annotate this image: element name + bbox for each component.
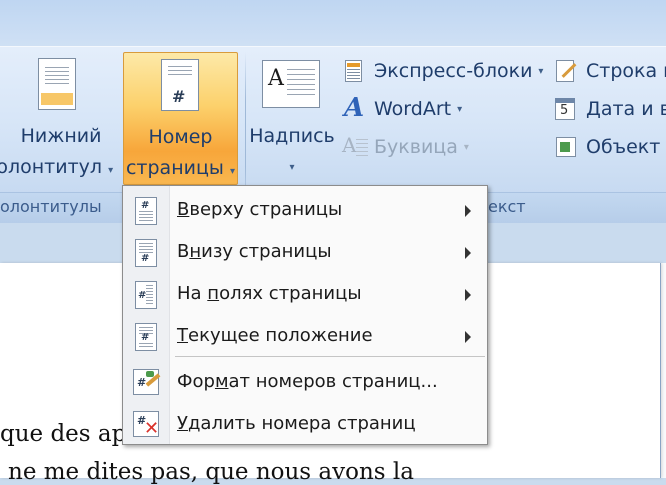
page-bottom-icon: # (135, 239, 157, 267)
textbox-icon: A (262, 60, 320, 108)
signature-line-label: Строка п (586, 60, 666, 82)
menu-item-bottom-of-page[interactable]: # Внизу страницы (123, 233, 487, 273)
menu-item-remove-accesskey: У (177, 413, 188, 434)
menu-item-remove-page-numbers[interactable]: # ✕ Удалить номера страниц (123, 405, 487, 445)
page-number-label-2: страницы (125, 157, 224, 179)
page-top-icon: # (135, 197, 157, 225)
menu-item-top-of-page-accesskey: В (177, 199, 190, 220)
submenu-arrow-icon (465, 205, 471, 217)
current-position-icon: # (135, 323, 157, 351)
group-label-text: екст (488, 197, 526, 216)
page-number-button[interactable]: # Номер страницы ▾ (123, 52, 238, 185)
page-number-menu: # Вверху страницы # Внизу страницы # На … (122, 185, 488, 445)
dropcap-arrow-icon: ▾ (463, 141, 469, 153)
datetime-button[interactable]: 5 Дата и в (554, 94, 666, 124)
menu-item-top-of-page[interactable]: # Вверху страницы (123, 191, 487, 231)
dropcap-label: Буквица (374, 136, 458, 158)
object-icon (554, 135, 578, 159)
title-bar-strip (0, 0, 666, 46)
wordart-icon: A (344, 93, 365, 123)
textbox-label: Надпись (249, 125, 335, 147)
footer-label-1: Нижний (20, 125, 102, 147)
menu-separator (175, 356, 485, 357)
footer-dropdown-arrow-icon: ▾ (108, 165, 114, 176)
express-blocks-button[interactable]: Экспресс-блоки ▾ (342, 56, 543, 86)
remove-page-numbers-icon: # ✕ (133, 411, 159, 438)
footer-button[interactable]: Нижний колонтитул ▾ (0, 52, 122, 185)
menu-item-format-page-numbers[interactable]: # Формат номеров страниц... (123, 363, 487, 403)
express-blocks-icon (342, 59, 366, 83)
menu-item-format-accesskey: м (214, 371, 229, 392)
dropcap-button[interactable]: A Буквица ▾ (342, 132, 469, 162)
wordart-label: WordArt (374, 98, 452, 120)
calendar-icon: 5 (554, 97, 578, 121)
textbox-button[interactable]: A Надпись ▾ (248, 52, 336, 185)
express-blocks-arrow-icon: ▾ (538, 65, 544, 77)
menu-item-page-margins[interactable]: # На полях страницы (123, 275, 487, 315)
submenu-arrow-icon (465, 331, 471, 343)
page-number-label-1: Номер (148, 126, 213, 148)
object-button[interactable]: Объект ▾ (554, 132, 666, 162)
menu-item-current-position[interactable]: # Текущее положение (123, 317, 487, 357)
page-margins-icon: # (135, 281, 157, 309)
footer-icon (38, 58, 76, 110)
page-number-dropdown-arrow-icon: ▾ (229, 166, 235, 177)
wordart-button[interactable]: A WordArt ▾ (342, 93, 463, 124)
signature-line-button[interactable]: Строка п (554, 56, 666, 86)
page-number-icon: # (161, 59, 199, 111)
submenu-arrow-icon (465, 289, 471, 301)
signature-line-icon (554, 59, 578, 83)
textbox-dropdown-arrow-icon: ▾ (289, 162, 295, 173)
menu-item-page-margins-accesskey: п (207, 283, 220, 304)
document-line-2: ne me dites pas, que nous avons la (8, 459, 414, 485)
dropcap-icon: A (342, 133, 368, 159)
wordart-arrow-icon: ▾ (457, 103, 463, 115)
submenu-arrow-icon (465, 247, 471, 259)
object-label: Объект (586, 136, 661, 158)
group-label-headers-footers: олонтитулы (0, 197, 102, 216)
menu-item-bottom-of-page-accesskey: н (189, 241, 202, 262)
format-page-numbers-icon: # (133, 369, 161, 395)
datetime-label: Дата и в (586, 98, 666, 120)
express-blocks-label: Экспресс-блоки (374, 60, 533, 82)
document-line-1: que des ap (0, 421, 127, 447)
footer-label-2: колонтитул (0, 156, 103, 178)
menu-item-current-position-accesskey: Т (177, 325, 188, 346)
